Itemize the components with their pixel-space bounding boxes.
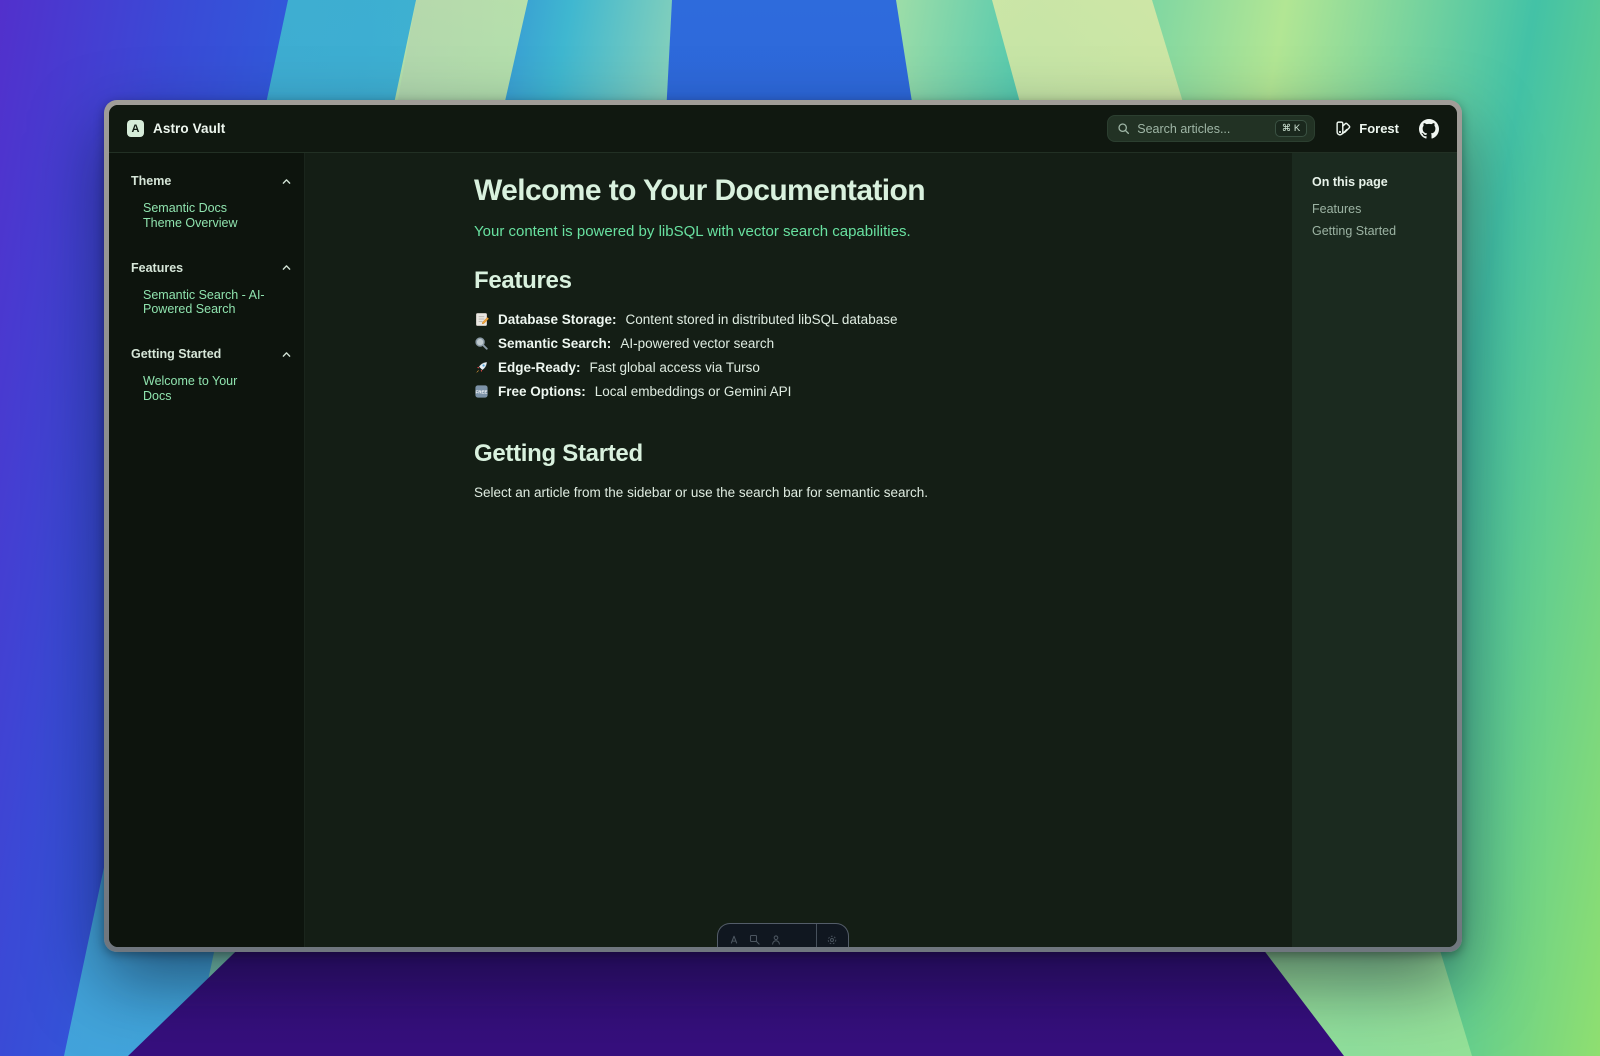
sidebar: Theme Semantic Docs Theme Overview Featu… xyxy=(109,153,305,947)
page-subtitle: Your content is powered by libSQL with v… xyxy=(474,223,1262,240)
dev-toolbar-divider xyxy=(816,924,817,947)
on-this-page-title: On this page xyxy=(1312,175,1443,189)
sidebar-item-semantic-search[interactable]: Semantic Search - AI-Powered Search xyxy=(131,288,269,318)
search-placeholder: Search articles... xyxy=(1137,122,1230,136)
feature-label: Edge-Ready: xyxy=(498,360,581,375)
brand-name: Astro Vault xyxy=(153,121,225,136)
desktop-wallpaper: A Astro Vault Search articles... ⌘ K For… xyxy=(0,0,1600,1056)
astro-logo-icon xyxy=(728,934,740,946)
github-icon xyxy=(1419,119,1439,139)
theme-label: Forest xyxy=(1359,121,1399,136)
toc-link-getting-started[interactable]: Getting Started xyxy=(1312,225,1443,238)
dev-toolbar[interactable] xyxy=(717,923,849,947)
feature-text: Local embeddings or Gemini API xyxy=(595,384,792,399)
memo-icon xyxy=(474,312,489,327)
app-window: A Astro Vault Search articles... ⌘ K For… xyxy=(104,100,1462,952)
feature-text: Content stored in distributed libSQL dat… xyxy=(626,312,898,327)
feature-label: Free Options: xyxy=(498,384,586,399)
getting-started-text: Select an article from the sidebar or us… xyxy=(474,485,1262,500)
feature-item-edge-ready: Edge-Ready: Fast global access via Turso xyxy=(474,355,1262,379)
search-input[interactable]: Search articles... ⌘ K xyxy=(1107,115,1315,142)
chevron-up-icon xyxy=(281,176,292,187)
magnifier-icon xyxy=(474,336,489,351)
getting-started-heading: Getting Started xyxy=(474,440,1262,468)
sidebar-section-theme-header[interactable]: Theme xyxy=(131,174,292,188)
feature-item-database-storage: Database Storage: Content stored in dist… xyxy=(474,307,1262,331)
sidebar-item-semantic-docs-theme-overview[interactable]: Semantic Docs Theme Overview xyxy=(131,201,269,231)
search-icon xyxy=(1117,122,1130,135)
sidebar-section-features-header[interactable]: Features xyxy=(131,261,292,275)
sidebar-section-title: Features xyxy=(131,261,183,275)
rocket-icon xyxy=(474,360,489,375)
feature-text: Fast global access via Turso xyxy=(590,360,760,375)
sidebar-item-welcome-to-your-docs[interactable]: Welcome to Your Docs xyxy=(131,374,269,404)
sidebar-section-title: Getting Started xyxy=(131,347,221,361)
sidebar-section-title: Theme xyxy=(131,174,171,188)
github-link[interactable] xyxy=(1419,119,1439,139)
search-shortcut-badge: ⌘ K xyxy=(1275,120,1307,137)
feature-item-semantic-search: Semantic Search: AI-powered vector searc… xyxy=(474,331,1262,355)
feature-text: AI-powered vector search xyxy=(620,336,774,351)
feature-label: Semantic Search: xyxy=(498,336,611,351)
free-icon: FREE xyxy=(474,384,489,399)
main-content: Welcome to Your Documentation Your conte… xyxy=(305,153,1292,947)
sidebar-section-theme: Theme Semantic Docs Theme Overview xyxy=(131,174,292,231)
on-this-page-panel: On this page Features Getting Started xyxy=(1292,153,1457,947)
feature-item-free-options: FREE Free Options: Local embeddings or G… xyxy=(474,379,1262,403)
audit-icon xyxy=(770,934,782,946)
theme-icon xyxy=(1335,120,1352,137)
features-list: Database Storage: Content stored in dist… xyxy=(474,307,1262,403)
sidebar-section-getting-started: Getting Started Welcome to Your Docs xyxy=(131,347,292,404)
brand-logo: A xyxy=(127,120,144,137)
svg-text:FREE: FREE xyxy=(475,389,487,394)
brand[interactable]: A Astro Vault xyxy=(127,120,225,137)
chevron-up-icon xyxy=(281,349,292,360)
page-title: Welcome to Your Documentation xyxy=(474,174,1262,208)
sidebar-section-getting-started-header[interactable]: Getting Started xyxy=(131,347,292,361)
sidebar-section-features: Features Semantic Search - AI-Powered Se… xyxy=(131,261,292,318)
theme-switcher-button[interactable]: Forest xyxy=(1335,120,1399,137)
feature-label: Database Storage: xyxy=(498,312,617,327)
settings-icon xyxy=(826,934,838,946)
features-heading: Features xyxy=(474,267,1262,295)
chevron-up-icon xyxy=(281,262,292,273)
header: A Astro Vault Search articles... ⌘ K For… xyxy=(109,105,1457,153)
inspect-icon xyxy=(749,934,761,946)
toc-link-features[interactable]: Features xyxy=(1312,203,1443,216)
